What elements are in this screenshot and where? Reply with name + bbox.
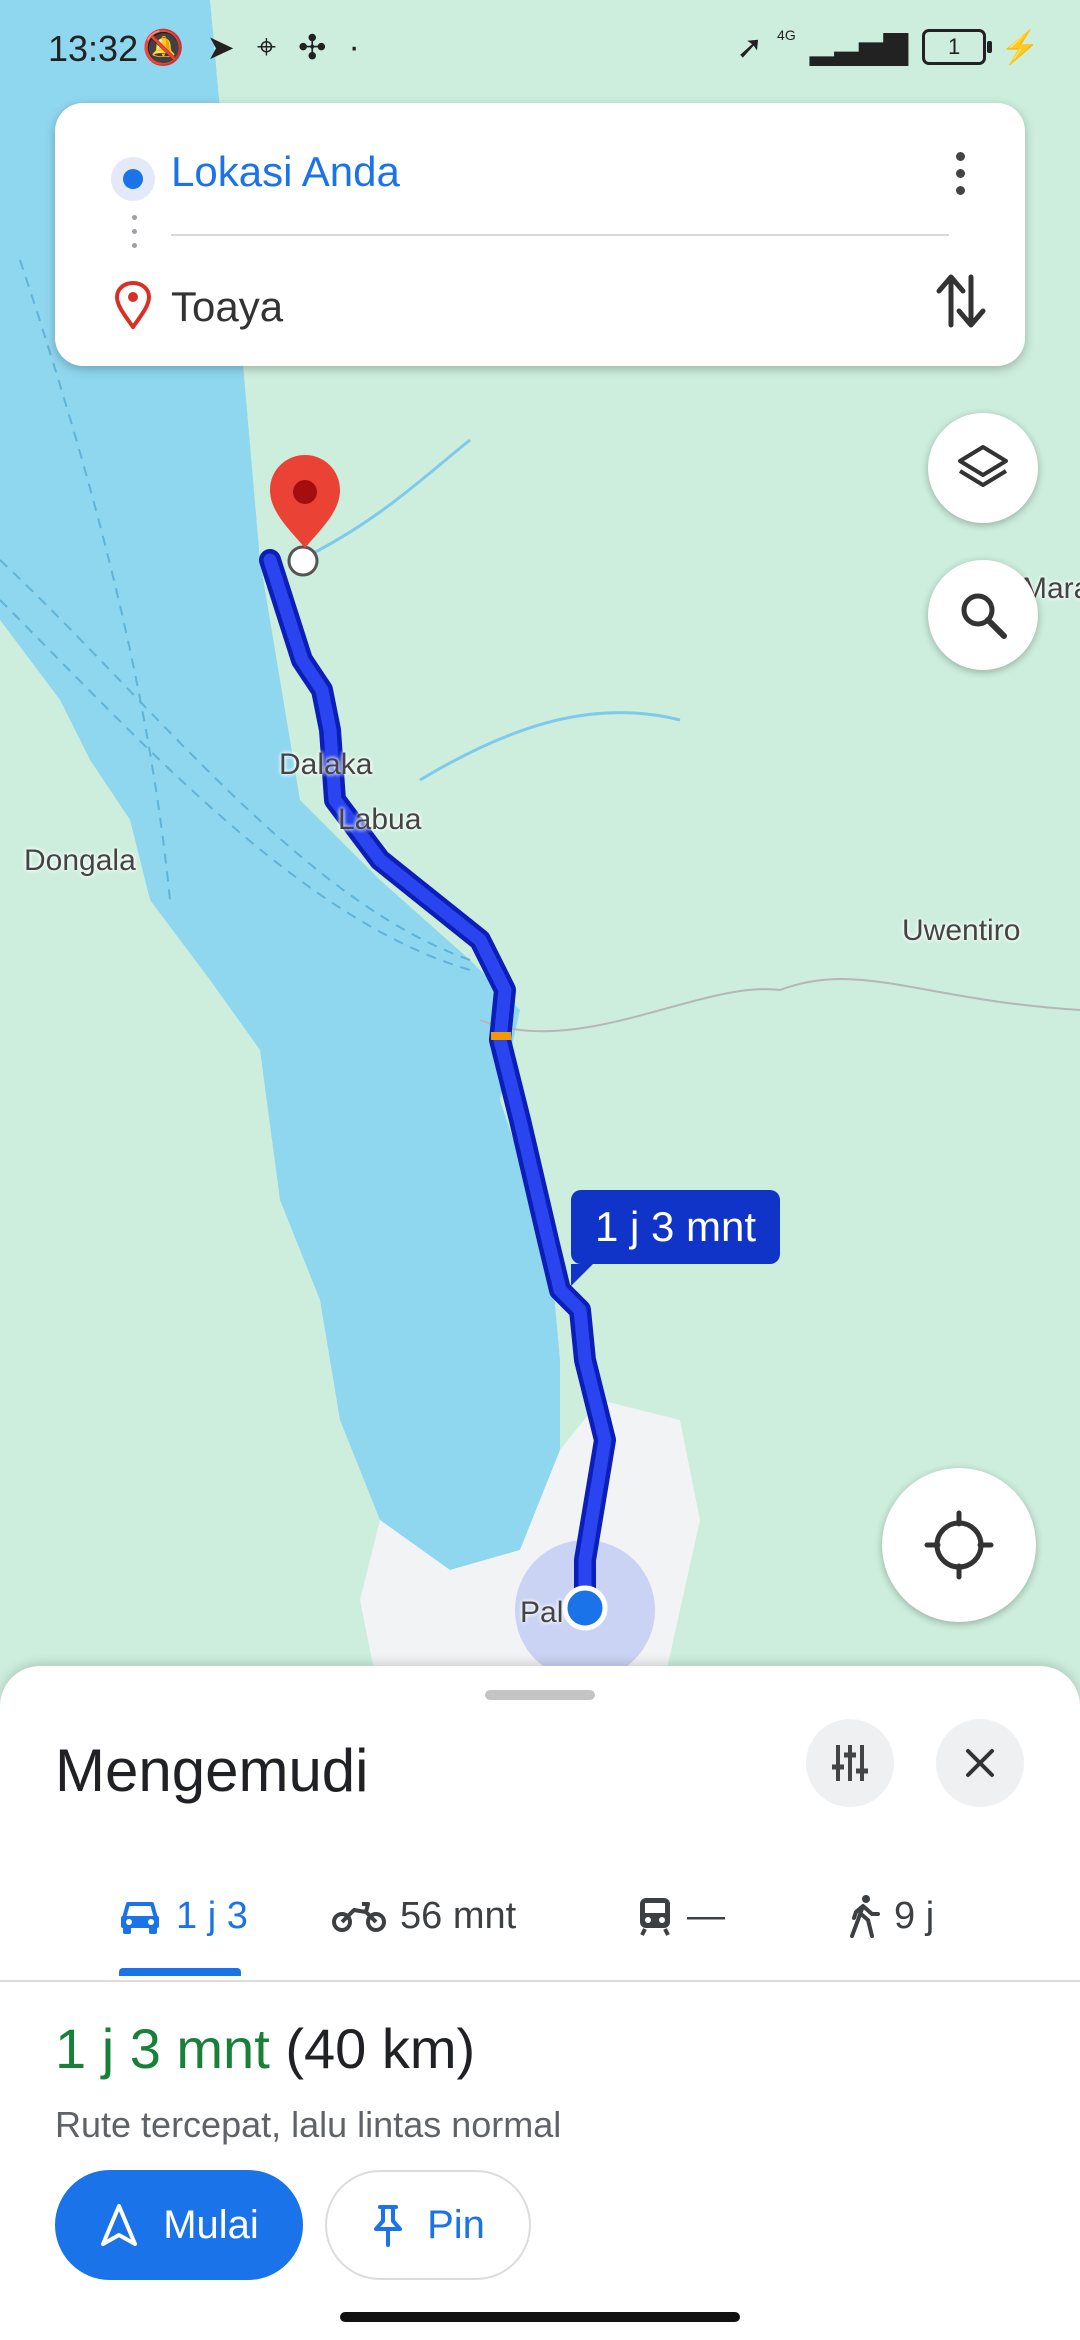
origin-field[interactable]: Lokasi Anda	[171, 148, 400, 196]
divider	[171, 234, 949, 236]
send-icon: ➤	[206, 29, 235, 67]
pin-button-label: Pin	[427, 2202, 485, 2247]
route-description: Rute tercepat, lalu lintas normal	[55, 2104, 562, 2145]
search-along-route-button[interactable]	[928, 560, 1038, 670]
origin-marker	[562, 1585, 608, 1631]
tab-walking[interactable]: 9 j	[848, 1852, 934, 1980]
status-bar: 13:32 🔕 ➤ ⌖ ✣ · ➚ 4G ▂▃▅▇ 1 ⚡	[0, 0, 1080, 100]
route-summary: 1 j 3 mnt (40 km)	[55, 2016, 475, 2081]
my-location-button[interactable]	[882, 1468, 1036, 1622]
network-type: 4G	[777, 27, 796, 43]
status-time: 13:32	[48, 28, 139, 69]
tab-motorcycle-label: 56 mnt	[400, 1894, 517, 1937]
route-distance: (40 km)	[285, 2017, 476, 2080]
tab-walking-label: 9 j	[894, 1894, 935, 1937]
route-dots-icon	[123, 215, 145, 275]
map-label-dongala: Dongala	[24, 844, 136, 877]
route-eta-bubble[interactable]: 1 j 3 mnt	[571, 1190, 781, 1286]
sliders-icon	[832, 1745, 868, 1781]
motorcycle-icon	[332, 1902, 386, 1932]
active-tab-indicator	[119, 1968, 241, 1976]
route-duration: 1 j 3 mnt	[55, 2017, 270, 2080]
destination-pin-icon	[114, 281, 152, 329]
map-label-labua: Labua	[338, 803, 422, 836]
layers-button[interactable]	[928, 413, 1038, 523]
swap-icon[interactable]	[931, 269, 991, 333]
map-label-dalaka: Dalaka	[279, 748, 373, 781]
navigation-icon	[101, 2204, 138, 2246]
start-navigation-button[interactable]: Mulai	[55, 2170, 303, 2280]
more-options-icon[interactable]	[935, 143, 985, 203]
route-options-button[interactable]	[806, 1719, 894, 1807]
pin-button[interactable]: Pin	[325, 2170, 531, 2280]
close-icon	[966, 1749, 994, 1777]
home-indicator[interactable]	[340, 2312, 740, 2322]
walking-icon	[850, 1895, 880, 1938]
battery-icon: 1	[922, 29, 993, 65]
start-button-label: Mulai	[163, 2202, 259, 2247]
map-label-uwentiro: Uwentiro	[902, 914, 1021, 947]
fan-icon: ✣	[298, 29, 327, 67]
bottom-sheet: Mengemudi 1 j 3 56 mnt — 9 j 1 j 3 mnt (…	[0, 1666, 1080, 2340]
signal-icon: ▂▃▅▇	[809, 29, 909, 65]
pin-icon	[374, 2205, 403, 2247]
charging-icon: ⚡	[1000, 29, 1040, 65]
dot-icon: ·	[348, 28, 360, 66]
location-icon: ⌖	[256, 28, 276, 66]
origin-dot-icon	[111, 157, 155, 201]
map-label-palu: Pal	[520, 1596, 564, 1629]
layers-icon	[958, 445, 1008, 487]
drag-handle[interactable]	[485, 1690, 595, 1700]
sheet-title: Mengemudi	[55, 1737, 369, 1804]
tab-driving-label: 1 j 3	[176, 1894, 248, 1937]
directions-card: Lokasi Anda Toaya	[55, 103, 1025, 366]
search-icon	[961, 593, 1007, 639]
navigation-arrow-icon: ➚	[736, 29, 764, 65]
travel-mode-tabs: 1 j 3 56 mnt — 9 j	[0, 1852, 1080, 1982]
close-button[interactable]	[936, 1719, 1024, 1807]
tab-motorcycle[interactable]: 56 mnt	[332, 1852, 516, 1980]
tab-transit[interactable]: —	[637, 1852, 725, 1980]
crosshair-icon	[924, 1510, 994, 1580]
tab-driving[interactable]: 1 j 3	[118, 1852, 248, 1980]
destination-field[interactable]: Toaya	[171, 283, 283, 331]
transit-icon	[640, 1898, 670, 1936]
car-icon	[121, 1902, 159, 1934]
tab-transit-label: —	[687, 1894, 725, 1937]
bell-off-icon: 🔕	[142, 29, 185, 67]
